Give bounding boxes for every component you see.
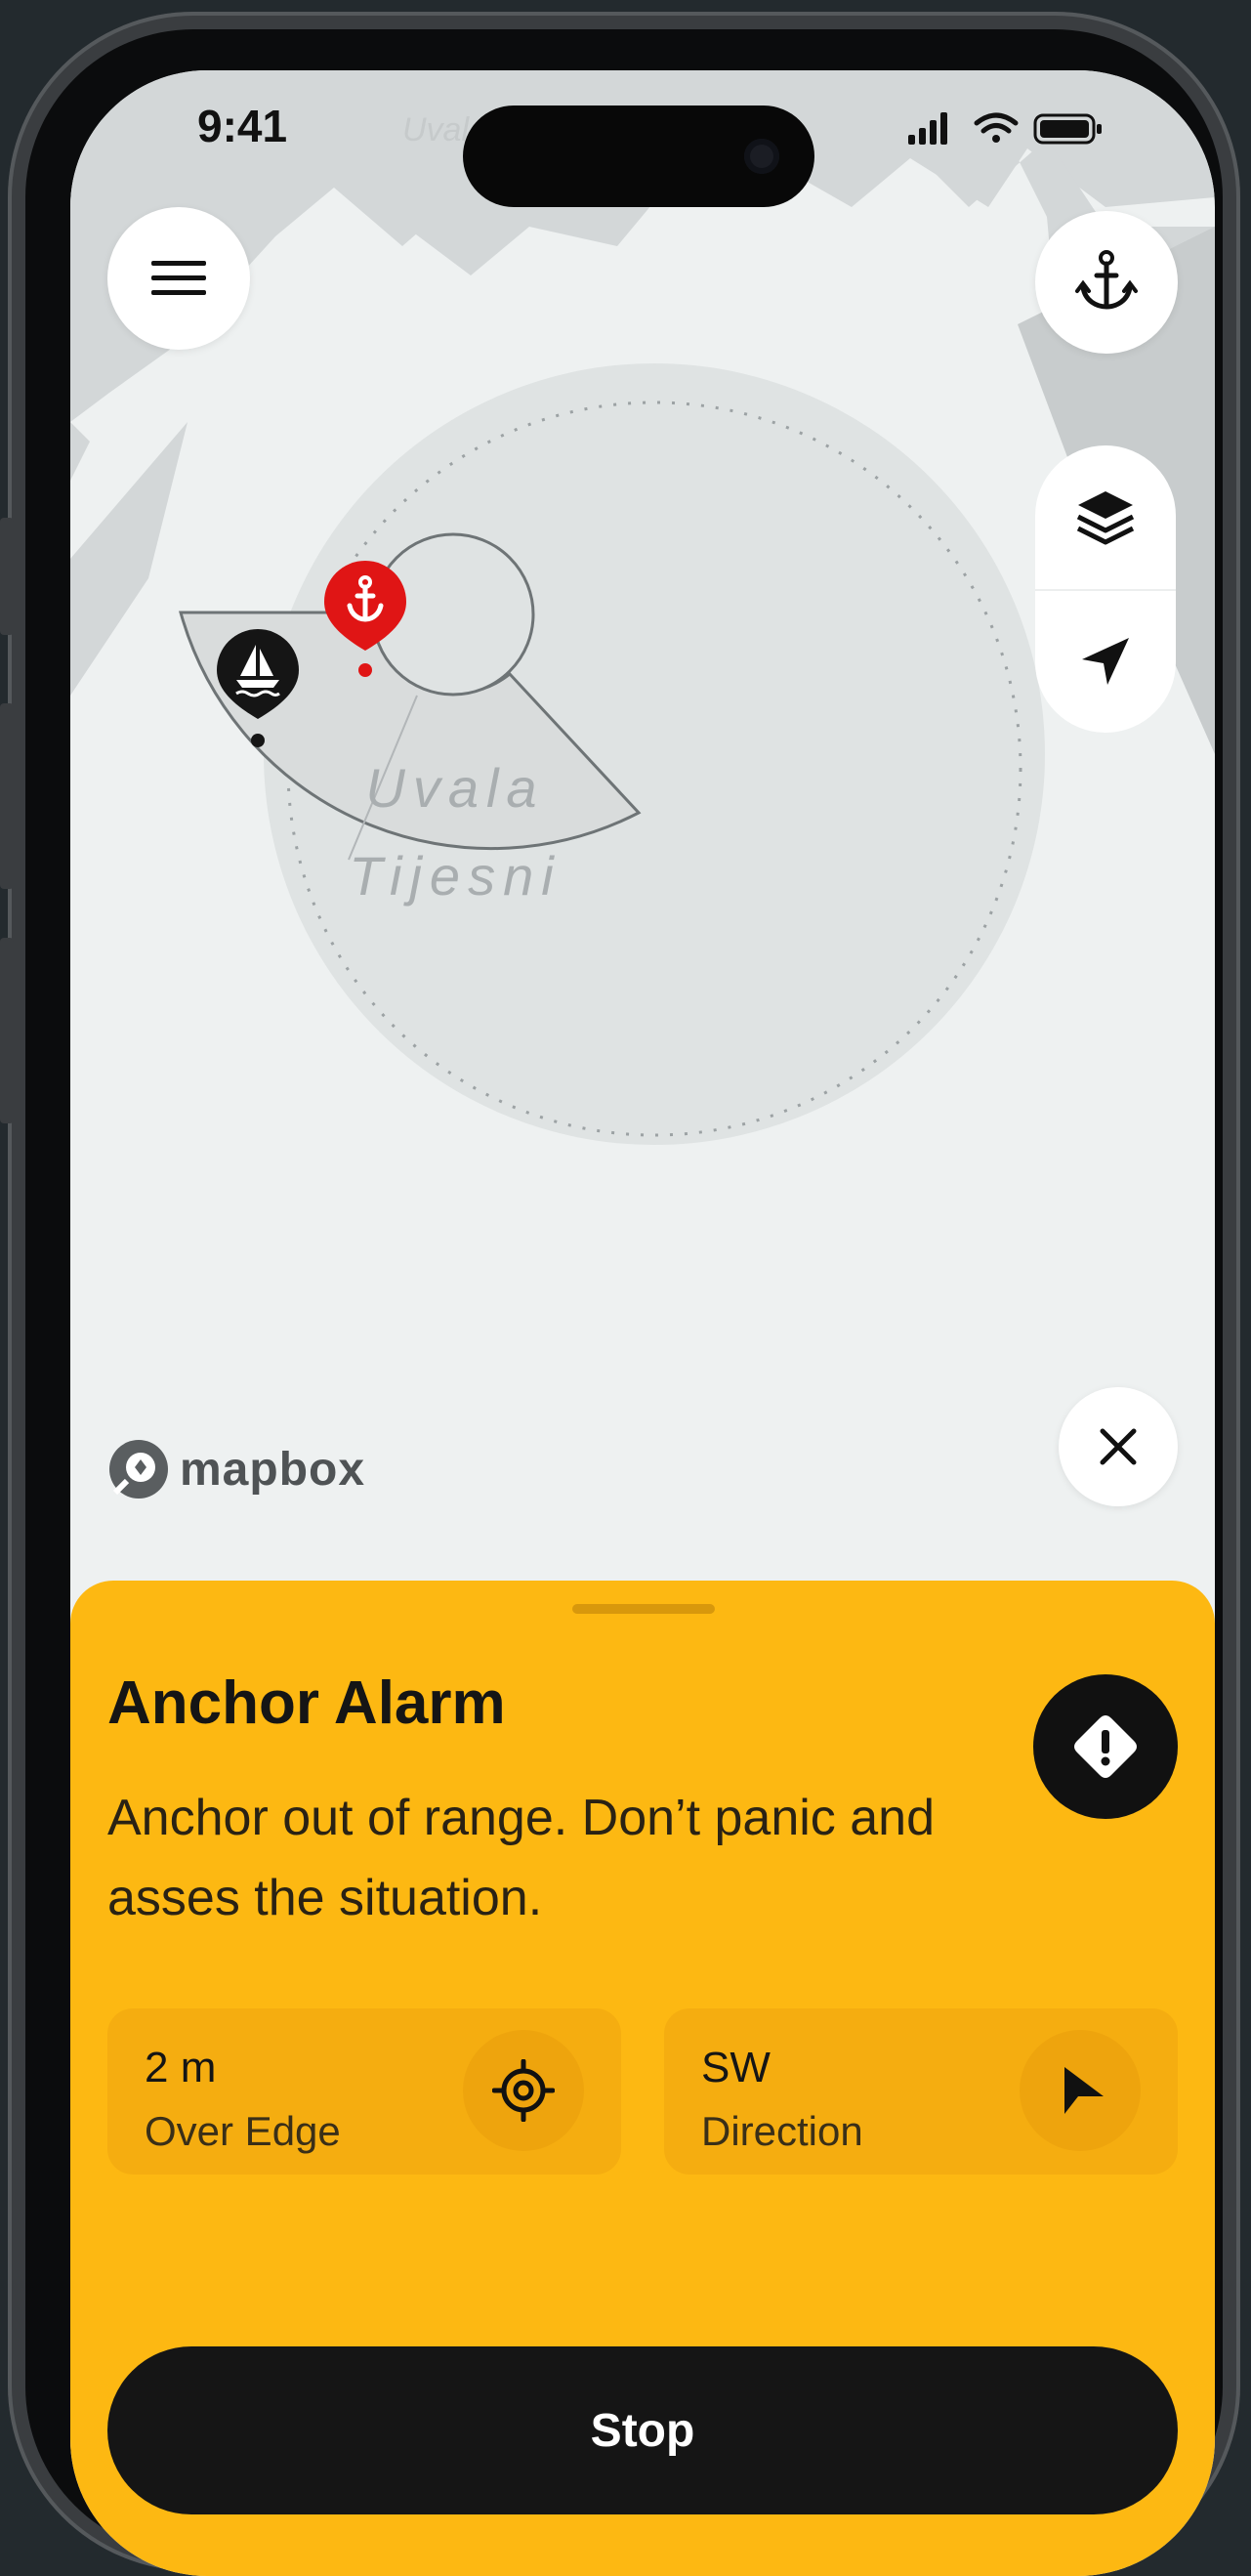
side-button xyxy=(0,518,14,635)
anchor-icon xyxy=(1075,250,1138,310)
direction-arrow-icon xyxy=(1064,2067,1104,2114)
stop-button[interactable]: Stop xyxy=(107,2346,1178,2514)
status-time: 9:41 xyxy=(197,101,288,151)
map-controls xyxy=(1035,445,1176,733)
alarm-message: Anchor out of range. Don’t panic and ass… xyxy=(107,1790,936,1926)
side-button xyxy=(0,703,14,889)
stat-label: Direction xyxy=(701,2108,863,2154)
wifi-icon xyxy=(974,112,1019,143)
stat-value: 2 m xyxy=(145,2044,217,2091)
close-icon xyxy=(1100,1428,1137,1465)
water-body-label: Uvala Tijesni xyxy=(260,744,650,920)
warning-badge xyxy=(1033,1674,1178,1819)
sheet-handle[interactable] xyxy=(572,1604,715,1614)
hamburger-menu-icon xyxy=(151,261,206,295)
alarm-sheet: Anchor Alarm Anchor out of range. Don’t … xyxy=(70,1581,1215,2576)
mapbox-wordmark: mapbox xyxy=(180,1443,366,1496)
alarm-title: Anchor Alarm xyxy=(107,1669,506,1737)
locate-button[interactable] xyxy=(1035,590,1176,733)
anchor-icon xyxy=(324,561,406,677)
mapbox-attribution[interactable]: mapbox xyxy=(107,1438,365,1500)
menu-button[interactable] xyxy=(107,207,250,350)
layers-icon xyxy=(1076,491,1135,545)
stat-card-over-edge: 2 m Over Edge xyxy=(107,2008,621,2175)
anchor-marker[interactable] xyxy=(320,557,410,682)
layers-button[interactable] xyxy=(1035,445,1176,588)
camera-icon xyxy=(744,139,779,174)
side-button xyxy=(0,938,14,1123)
status-icons xyxy=(908,109,1133,148)
water-label-line: Tijesni xyxy=(349,845,562,907)
boat-marker[interactable] xyxy=(213,625,303,752)
stat-label: Over Edge xyxy=(145,2108,341,2154)
target-icon xyxy=(492,2059,555,2122)
sailboat-icon xyxy=(217,629,299,747)
cellular-signal-icon xyxy=(908,112,947,145)
dynamic-island xyxy=(463,106,814,207)
navigation-arrow-icon xyxy=(1082,638,1129,685)
app-screen: Uvala Tijesni Uvala Tijesni xyxy=(70,70,1215,2576)
water-label-line: Uvala xyxy=(365,757,545,819)
close-button[interactable] xyxy=(1059,1387,1178,1506)
stat-icon-wrap xyxy=(1020,2030,1141,2151)
stat-value: SW xyxy=(701,2044,771,2091)
stat-icon-wrap xyxy=(463,2030,584,2151)
warning-diamond-icon xyxy=(1074,1715,1137,1778)
anchor-button[interactable] xyxy=(1035,211,1178,354)
stat-card-direction: SW Direction xyxy=(664,2008,1178,2175)
battery-icon xyxy=(1033,113,1102,145)
mapbox-logo-icon xyxy=(109,1440,168,1499)
